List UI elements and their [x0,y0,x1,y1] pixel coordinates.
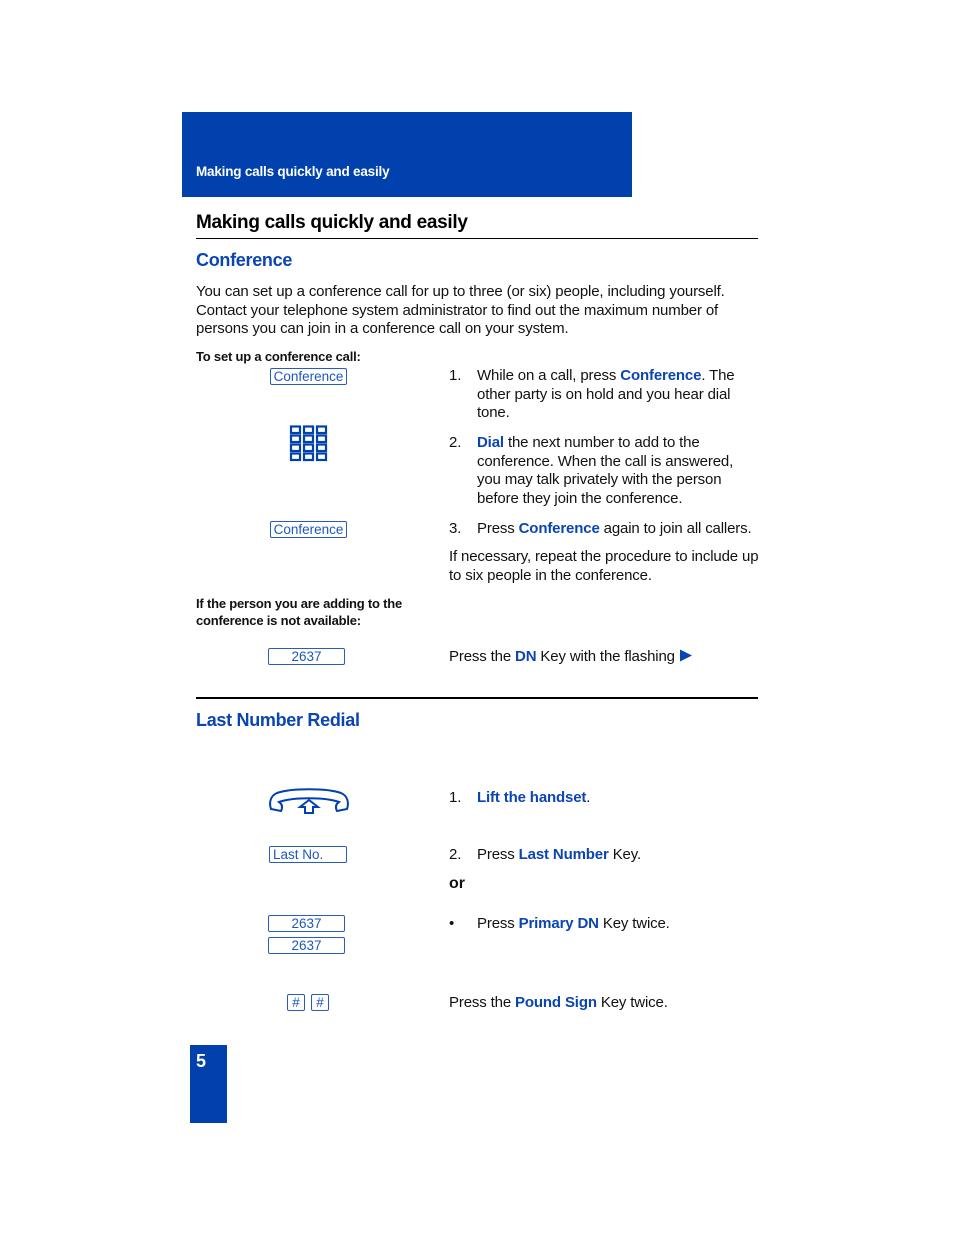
step-text: Press [477,846,519,863]
last-no-key[interactable]: Last No. [269,846,347,863]
instruction-text: Key with the flashing [536,648,679,665]
step-number: 3. [449,520,462,537]
step-highlight: Primary DN [518,915,599,932]
lift-handset-icon [267,787,351,815]
redial-step-2: 2. Press Last Number Key. [449,846,749,865]
instruction-highlight: Pound Sign [515,994,597,1011]
step-text: again to join all callers. [599,520,752,537]
primary-dn-key[interactable]: 2637 [268,937,345,954]
step-text: Press [477,520,519,537]
step-highlight: Lift the handset [477,789,587,806]
conference-key-again[interactable]: Conference [270,521,347,538]
dialpad-icon [289,425,329,463]
step-text: . [586,789,591,806]
repeat-note: If necessary, repeat the procedure to in… [449,548,759,584]
step-text: Key. [608,846,641,863]
bullet-marker: • [449,915,455,932]
step-text: While on a call, press [477,367,621,384]
instruction-text: Key twice. [596,994,668,1011]
section-title: Making calls quickly and easily [196,212,468,233]
step-highlight: Last Number [518,846,609,863]
conference-heading: Conference [196,250,293,270]
step-number: 1. [449,789,462,806]
redial-step-1: 1. Lift the handset. [449,789,749,808]
conference-intro: You can set up a conference call for up … [196,283,725,337]
section-divider-thick [196,697,758,699]
step-number: 2. [449,846,462,863]
last-number-redial-heading: Last Number Redial [196,710,360,730]
instruction-highlight: DN [515,648,537,665]
dn-key[interactable]: 2637 [268,648,345,665]
step-highlight: Conference [518,520,600,537]
step-text: Press [477,915,519,932]
step-text: Key twice. [598,915,670,932]
running-header-band: Making calls quickly and easily [182,112,632,197]
running-header-title: Making calls quickly and easily [196,164,390,179]
instruction-text: Press the [449,648,516,665]
conference-step-3: 3. Press Conference again to join all ca… [449,520,759,539]
conference-step-2: 2. Dial the next number to add to the co… [449,434,749,508]
pound-key[interactable]: # [287,994,305,1011]
page-number: 5 [196,1051,207,1071]
step-text: the next number to add to the conference… [477,434,734,507]
or-label: or [449,875,465,892]
step-number: 1. [449,367,462,384]
step-highlight: Conference [620,367,702,384]
play-triangle-icon [679,649,693,662]
pound-instruction: Press the Pound Sign Key twice. [449,994,668,1013]
setup-label: To set up a conference call: [196,349,361,364]
instruction-text: Press the [449,994,516,1011]
pound-key[interactable]: # [311,994,329,1011]
unavailable-label: If the person you are adding to the conf… [196,596,403,628]
step-highlight: Dial [477,434,504,451]
section-divider [196,238,758,239]
step-number: 2. [449,434,462,451]
primary-dn-bullet: • Press Primary DN Key twice. [449,915,749,934]
page-number-tab: 5 [190,1045,227,1123]
primary-dn-key[interactable]: 2637 [268,915,345,932]
dn-instruction: Press the DN Key with the flashing [449,648,693,667]
conference-key[interactable]: Conference [270,368,347,385]
conference-step-1: 1. While on a call, press Conference. Th… [449,367,749,423]
